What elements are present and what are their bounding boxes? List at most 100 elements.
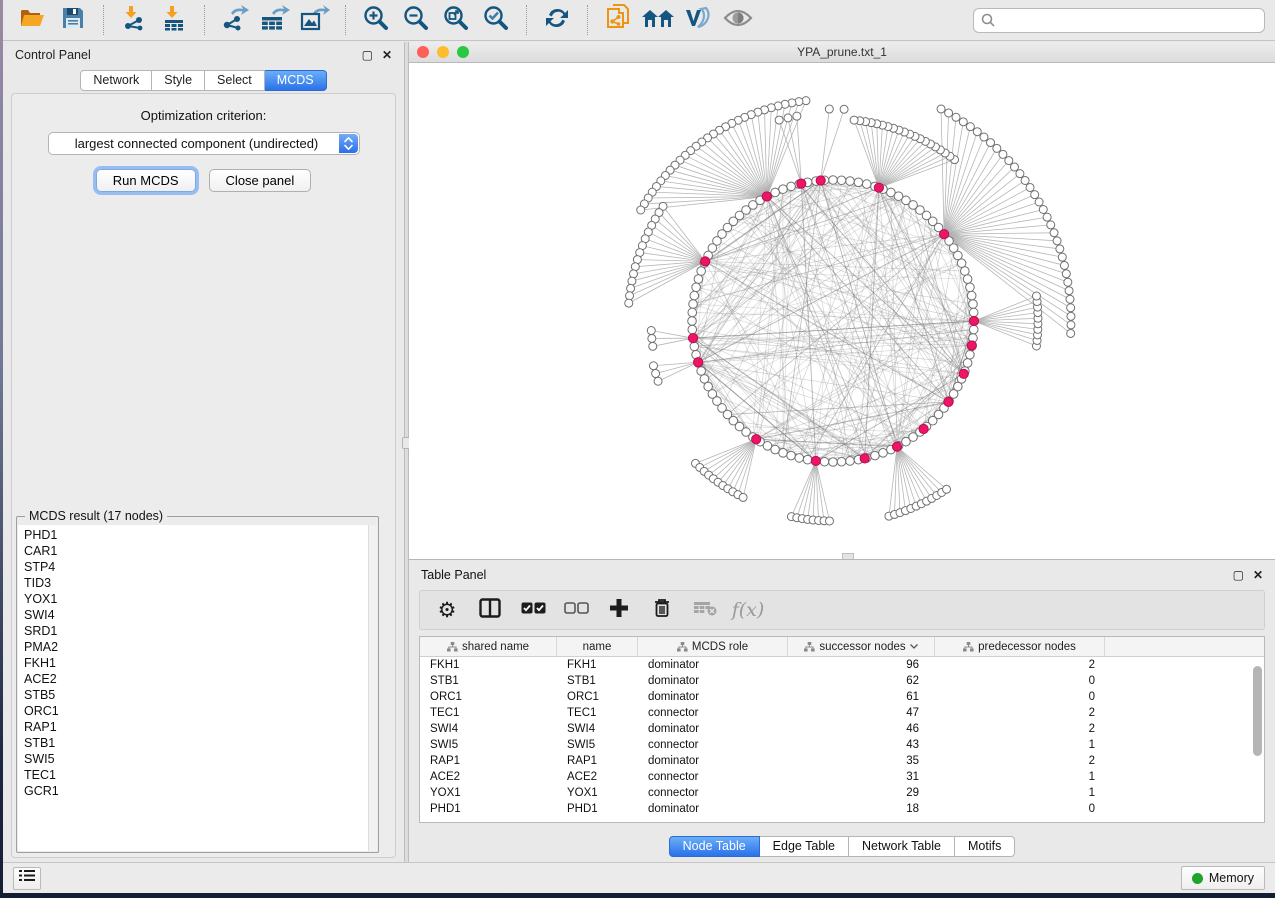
zoom-out-icon	[403, 5, 429, 36]
search-icon	[981, 13, 995, 27]
mcds-result-item[interactable]: SWI5	[24, 751, 377, 767]
mcds-result-item[interactable]: STB1	[24, 735, 377, 751]
table-scrollbar-thumb[interactable]	[1253, 666, 1262, 756]
tab-node-table[interactable]: Node Table	[669, 836, 760, 857]
cell-shared-name: SWI5	[420, 739, 557, 751]
network-view-window: YPA_prune.txt_1	[409, 42, 1275, 560]
close-window-icon[interactable]	[417, 46, 429, 58]
cell-MCDS-role: connector	[638, 787, 788, 799]
status-bar: Memory	[3, 862, 1275, 893]
control-panel-title: Control Panel	[15, 48, 91, 62]
save-session-button[interactable]	[57, 4, 89, 36]
float-table-panel-icon[interactable]: ▢	[1233, 569, 1244, 581]
cell-predecessor-nodes: 2	[935, 659, 1105, 671]
table-settings-icon: ⚙	[438, 598, 457, 623]
column-header-successor-nodes[interactable]: successor nodes	[788, 637, 935, 656]
table-row[interactable]: SWI4SWI4dominator462	[420, 721, 1264, 737]
delete-column-button[interactable]	[645, 595, 679, 625]
export-image-button[interactable]	[299, 4, 331, 36]
export-network-icon	[221, 5, 249, 36]
run-mcds-button[interactable]: Run MCDS	[96, 169, 196, 192]
minimize-window-icon[interactable]	[437, 46, 449, 58]
mcds-result-item[interactable]: STP4	[24, 559, 377, 575]
table-row[interactable]: FKH1FKH1dominator962	[420, 657, 1264, 673]
column-header-shared-name[interactable]: shared name	[420, 637, 557, 656]
mcds-result-item[interactable]: TEC1	[24, 767, 377, 783]
task-history-button[interactable]	[13, 867, 41, 890]
mcds-list-scrollbar[interactable]	[368, 525, 377, 851]
delete-table-button[interactable]	[688, 595, 722, 625]
column-header-predecessor-nodes[interactable]: predecessor nodes	[935, 637, 1105, 656]
close-table-panel-icon[interactable]: ✕	[1253, 569, 1263, 581]
table-settings-button[interactable]: ⚙	[430, 595, 464, 625]
table-row[interactable]: TEC1TEC1connector472	[420, 705, 1264, 721]
search-field[interactable]	[973, 8, 1265, 33]
mcds-result-item[interactable]: GCR1	[24, 783, 377, 799]
column-header-MCDS-role[interactable]: MCDS role	[638, 637, 788, 656]
mcds-result-item[interactable]: PHD1	[24, 527, 377, 543]
canvas-splitter-handle-icon[interactable]	[842, 553, 854, 559]
show-column-button[interactable]	[473, 595, 507, 625]
mcds-result-item[interactable]: SWI4	[24, 607, 377, 623]
search-input[interactable]	[1000, 10, 1257, 30]
table-scrollbar[interactable]	[1253, 659, 1262, 820]
network-graph[interactable]	[409, 63, 1275, 559]
network-canvas[interactable]	[409, 63, 1275, 559]
deselect-all-button[interactable]	[559, 595, 593, 625]
close-panel-button[interactable]: Close panel	[209, 169, 312, 192]
open-session-button[interactable]	[17, 4, 49, 36]
mcds-result-item[interactable]: CAR1	[24, 543, 377, 559]
apply-layout-button[interactable]	[541, 4, 573, 36]
select-all-button[interactable]	[516, 595, 550, 625]
mcds-result-item[interactable]: YOX1	[24, 591, 377, 607]
home-button[interactable]	[642, 4, 674, 36]
function-builder-button[interactable]: f(x)	[731, 595, 765, 625]
mcds-result-item[interactable]: ACE2	[24, 671, 377, 687]
tab-network-table[interactable]: Network Table	[849, 836, 955, 857]
mcds-result-item[interactable]: TID3	[24, 575, 377, 591]
mcds-result-item[interactable]: FKH1	[24, 655, 377, 671]
table-row[interactable]: YOX1YOX1connector291	[420, 785, 1264, 801]
tab-motifs[interactable]: Motifs	[955, 836, 1015, 857]
table-row[interactable]: ACE2ACE2connector311	[420, 769, 1264, 785]
import-network-file-button[interactable]	[118, 4, 150, 36]
optimization-criterion-select[interactable]: largest connected component (undirected)	[48, 132, 360, 155]
tab-network[interactable]: Network	[80, 70, 152, 91]
mcds-result-item[interactable]: RAP1	[24, 719, 377, 735]
float-panel-icon[interactable]: ▢	[362, 49, 373, 61]
network-window-titlebar[interactable]: YPA_prune.txt_1	[409, 42, 1275, 63]
mcds-result-item[interactable]: ORC1	[24, 703, 377, 719]
table-row[interactable]: SWI5SWI5connector431	[420, 737, 1264, 753]
tab-edge-table[interactable]: Edge Table	[760, 836, 849, 857]
memory-button[interactable]: Memory	[1181, 866, 1265, 890]
maximize-window-icon[interactable]	[457, 46, 469, 58]
add-column-button[interactable]	[602, 595, 636, 625]
column-header-name[interactable]: name	[557, 637, 638, 656]
export-table-button[interactable]	[259, 4, 291, 36]
delete-table-icon	[693, 600, 717, 621]
table-row[interactable]: ORC1ORC1dominator610	[420, 689, 1264, 705]
zoom-fit-button[interactable]	[440, 4, 472, 36]
cell-name: RAP1	[557, 755, 638, 767]
mcds-result-item[interactable]: SRD1	[24, 623, 377, 639]
table-row[interactable]: RAP1RAP1dominator352	[420, 753, 1264, 769]
hide-details-button[interactable]	[722, 4, 754, 36]
mcds-result-item[interactable]: STB5	[24, 687, 377, 703]
zoom-out-button[interactable]	[400, 4, 432, 36]
close-panel-icon[interactable]: ✕	[382, 49, 392, 61]
tab-mcds[interactable]: MCDS	[265, 70, 327, 91]
cell-shared-name: ACE2	[420, 771, 557, 783]
cell-MCDS-role: dominator	[638, 675, 788, 687]
mcds-result-item[interactable]: PMA2	[24, 639, 377, 655]
table-row[interactable]: STB1STB1dominator620	[420, 673, 1264, 689]
table-row[interactable]: PHD1PHD1dominator180	[420, 801, 1264, 817]
tab-select[interactable]: Select	[205, 70, 265, 91]
import-public-network-button[interactable]	[602, 4, 634, 36]
import-table-file-button[interactable]	[158, 4, 190, 36]
zoom-in-button[interactable]	[360, 4, 392, 36]
zoom-selected-button[interactable]	[480, 4, 512, 36]
tab-style[interactable]: Style	[152, 70, 205, 91]
export-network-button[interactable]	[219, 4, 251, 36]
vizmapper-button[interactable]	[682, 4, 714, 36]
mcds-result-list[interactable]: PHD1CAR1STP4TID3YOX1SWI4SRD1PMA2FKH1ACE2…	[18, 525, 377, 851]
